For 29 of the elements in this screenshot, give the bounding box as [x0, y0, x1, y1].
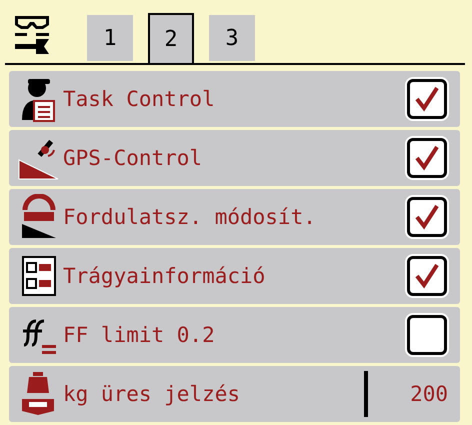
tab[interactable]: 1: [87, 15, 133, 61]
setting-label: kg üres jelzés: [63, 382, 242, 406]
setting-row[interactable]: kg üres jelzés 200: [9, 366, 460, 422]
checkbox[interactable]: [407, 315, 447, 355]
operator-icon: [21, 76, 57, 122]
check-icon: [414, 263, 440, 289]
check-icon: [414, 145, 440, 171]
check-icon: [414, 86, 440, 112]
setting-row[interactable]: Task Control: [9, 71, 460, 127]
setting-label: Trágyainformáció: [63, 264, 266, 288]
settings-icon: [14, 15, 50, 55]
setting-label: Task Control: [63, 87, 216, 111]
speed-gauge-icon: [21, 194, 57, 240]
checkbox[interactable]: [407, 256, 447, 296]
setting-row[interactable]: GPS-Control: [9, 130, 460, 186]
checklist-icon: [22, 256, 56, 296]
checkbox[interactable]: [407, 79, 447, 119]
setting-row[interactable]: FF limit 0.2: [9, 307, 460, 363]
setting-row[interactable]: Fordulatsz. módosít.: [9, 189, 460, 245]
checkbox[interactable]: [407, 138, 447, 178]
check-icon: [414, 204, 440, 230]
checkbox[interactable]: [407, 197, 447, 237]
setting-label: FF limit 0.2: [63, 323, 216, 347]
setting-row[interactable]: Trágyainformáció: [9, 248, 460, 304]
value-text: 200: [409, 382, 448, 406]
tab[interactable]: 2: [148, 13, 194, 63]
setting-label: GPS-Control: [63, 146, 204, 170]
tab[interactable]: 3: [209, 15, 255, 61]
setting-label: Fordulatsz. módosít.: [63, 205, 317, 229]
